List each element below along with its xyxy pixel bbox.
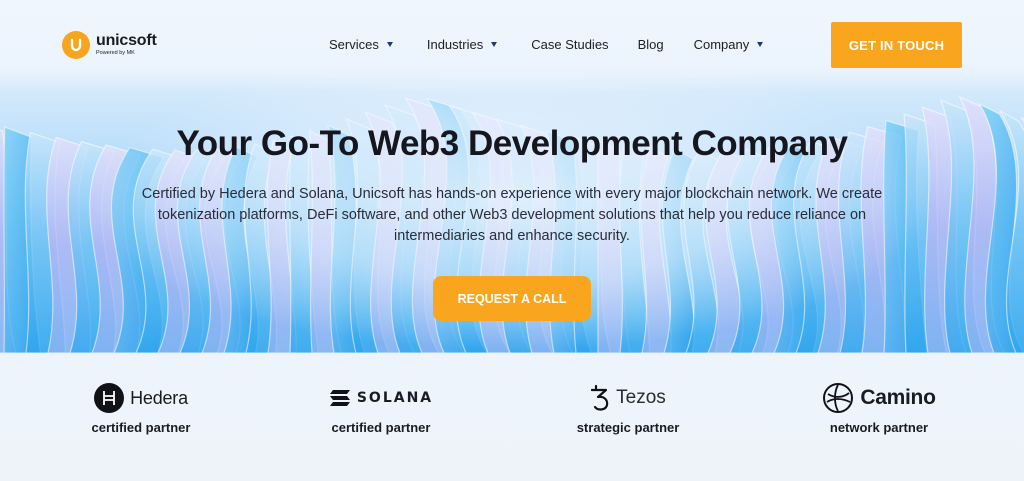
chevron-down-icon <box>386 42 393 47</box>
camino-logo: Camino <box>769 381 989 415</box>
partners-strip: Hedera certified partner SOLANA certifie… <box>0 353 1024 481</box>
partner-label: strategic partner <box>576 420 680 435</box>
partner-label: network partner <box>829 420 929 435</box>
partner-tezos[interactable]: Tezos strategic partner <box>518 353 738 481</box>
solana-logo: SOLANA <box>271 381 491 415</box>
nav-item-case-studies[interactable]: Case Studies <box>531 37 608 52</box>
nav-item-blog[interactable]: Blog <box>638 37 664 52</box>
partner-name: Tezos <box>616 387 666 408</box>
partner-name: Hedera <box>130 387 188 408</box>
tezos-logo: Tezos <box>518 381 738 415</box>
partner-label: certified partner <box>91 420 191 435</box>
logo-tagline: Powered by MK <box>96 50 135 57</box>
nav-item-services[interactable]: Services <box>329 37 393 52</box>
nav-label: Industries <box>426 37 484 52</box>
nav-label: Services <box>329 37 379 52</box>
camino-icon <box>823 383 854 413</box>
nav-item-company[interactable]: Company <box>694 37 764 52</box>
partner-solana[interactable]: SOLANA certified partner <box>271 353 491 481</box>
logo-name: unicsoft <box>96 32 157 50</box>
unicsoft-logo[interactable]: unicsoft Powered by MK <box>62 31 157 59</box>
partner-hedera[interactable]: Hedera certified partner <box>31 353 251 481</box>
nav-label: Company <box>693 37 750 52</box>
partner-camino[interactable]: Camino network partner <box>769 353 989 481</box>
chevron-down-icon <box>491 42 498 47</box>
hero-description: Certified by Hedera and Solana, Unicsoft… <box>141 186 883 244</box>
hero-title: Your Go-To Web3 Development Company <box>176 124 848 163</box>
get-in-touch-button[interactable]: GET IN TOUCH <box>831 22 962 68</box>
request-a-call-button[interactable]: REQUEST A CALL <box>433 276 591 321</box>
chevron-down-icon <box>757 42 764 47</box>
partner-name: SOLANA <box>356 390 434 406</box>
partner-label: certified partner <box>331 420 431 435</box>
nav-label: Blog <box>637 37 664 52</box>
nav-item-industries[interactable]: Industries <box>426 37 498 52</box>
unicsoft-logo-icon <box>62 31 90 59</box>
hedera-icon <box>94 383 125 413</box>
solana-icon <box>329 390 350 406</box>
hedera-logo: Hedera <box>31 381 251 415</box>
main-nav: Services Industries Case Studies Blog Co… <box>329 37 764 52</box>
partner-name: Camino <box>860 386 936 409</box>
tezos-icon <box>591 384 609 411</box>
nav-label: Case Studies <box>531 37 609 52</box>
